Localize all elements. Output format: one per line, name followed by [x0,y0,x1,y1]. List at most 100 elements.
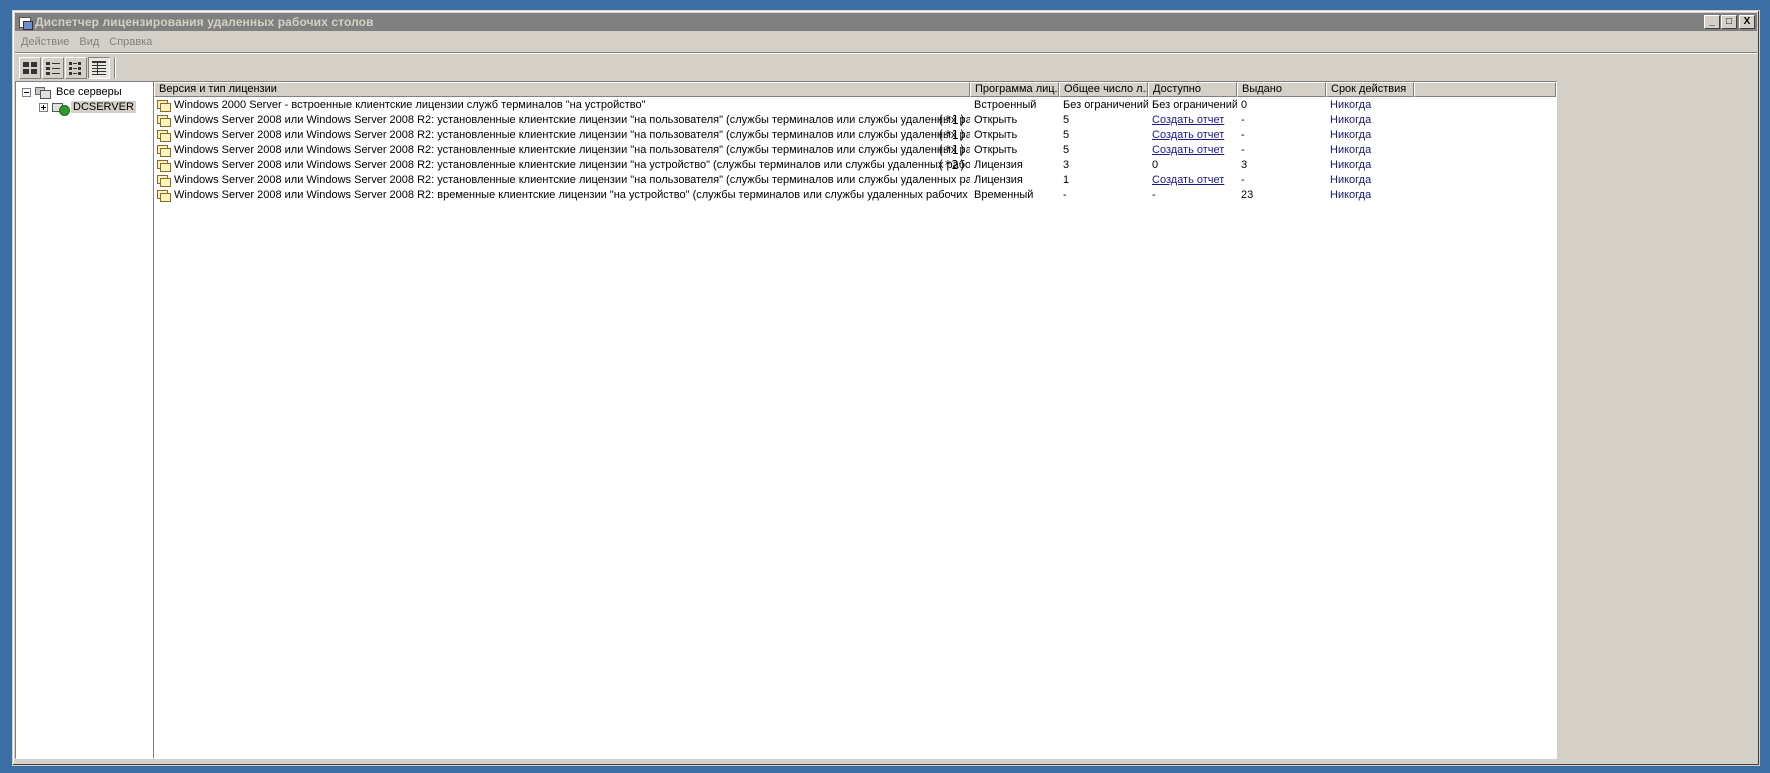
license-version-text: Windows 2000 Server - встроенные клиентс… [174,99,646,111]
title-bar[interactable]: Диспетчер лицензирования удаленных рабоч… [15,13,1757,31]
list-rows: Windows 2000 Server - встроенные клиентс… [154,98,1556,203]
column-header-expires[interactable]: Срок действия [1326,82,1414,97]
table-row[interactable]: Windows Server 2008 или Windows Server 2… [154,173,1556,188]
create-report-link[interactable]: Создать отчет [1148,113,1237,128]
license-icon [157,189,172,202]
server-activated-icon [52,101,70,116]
table-row[interactable]: Windows 2000 Server - встроенные клиентс… [154,98,1556,113]
license-icon [157,174,172,187]
license-version-text: Windows Server 2008 или Windows Server 2… [174,114,970,126]
cell-program: Лицензия [974,174,1023,186]
table-row[interactable]: Windows Server 2008 или Windows Server 2… [154,158,1556,173]
window-controls: _ □ X [1703,15,1755,29]
cell-total: 5 [1063,144,1070,156]
license-version-text: Windows Server 2008 или Windows Server 2… [174,144,970,156]
window-title: Диспетчер лицензирования удаленных рабоч… [35,15,374,29]
expand-icon[interactable] [39,102,48,112]
tree-node-all-servers[interactable]: Все серверы [22,85,124,99]
create-report-link[interactable]: Создать отчет [1148,128,1237,143]
cell-version: Windows Server 2008 или Windows Server 2… [154,128,970,143]
cell-program: Временный [974,189,1034,201]
cell-program: Открыть [974,129,1018,141]
main-window: Диспетчер лицензирования удаленных рабоч… [12,10,1760,766]
large-icons-view-button[interactable] [19,57,41,79]
create-report-link[interactable]: Создать отчет [1148,143,1237,158]
tree-label-dcserver[interactable]: DCSERVER [71,101,136,113]
tree-node-dcserver[interactable]: DCSERVER [39,100,136,116]
cell-version: Windows Server 2008 или Windows Server 2… [154,173,970,188]
table-row[interactable]: Windows Server 2008 или Windows Server 2… [154,113,1556,128]
menu-bar: Действие Вид Справка [15,33,1757,51]
maximize-button[interactable]: □ [1721,15,1737,29]
menu-separator [15,52,1757,54]
license-icon [157,114,172,127]
license-icon [157,144,172,157]
cell-expires: Никогда [1330,129,1372,141]
license-note: (*1) [937,128,966,142]
cell-version: Windows Server 2008 или Windows Server 2… [154,113,970,128]
toolbar-separator [114,57,116,79]
cell-program: Открыть [974,144,1018,156]
license-icon [157,99,172,112]
cell-total: - [1063,189,1067,201]
cell-version: Windows Server 2008 или Windows Server 2… [154,188,970,203]
cell-available: 0 [1152,159,1159,171]
cell-version: Windows 2000 Server - встроенные клиентс… [154,98,970,113]
table-row[interactable]: Windows Server 2008 или Windows Server 2… [154,143,1556,158]
cell-version: Windows Server 2008 или Windows Server 2… [154,158,970,173]
list-header: Версия и тип лицензии Программа лиц... О… [154,82,1556,97]
menu-action[interactable]: Действие [21,36,69,48]
list-view-button[interactable] [65,57,87,79]
menu-help[interactable]: Справка [109,36,152,48]
license-icon [157,129,172,142]
small-icons-view-button[interactable] [42,57,64,79]
tree-label-all-servers[interactable]: Все серверы [54,86,124,98]
cell-total: 5 [1063,129,1070,141]
column-header-filler [1414,82,1556,97]
cell-available: - [1152,189,1156,201]
app-icon[interactable] [18,15,33,30]
cell-issued: 0 [1241,99,1248,111]
menu-view[interactable]: Вид [79,36,99,48]
cell-program: Встроенный [974,99,1037,111]
license-list[interactable]: Версия и тип лицензии Программа лиц... О… [153,81,1557,759]
license-version-text: Windows Server 2008 или Windows Server 2… [174,174,970,186]
cell-issued: - [1241,174,1245,186]
cell-total: 5 [1063,114,1070,126]
license-note: (*1) [937,113,966,127]
license-icon [157,159,172,172]
column-header-available[interactable]: Доступно [1148,82,1237,97]
cell-expires: Никогда [1330,114,1372,126]
collapse-icon[interactable] [22,87,31,97]
tree-pane[interactable]: Все серверы DCSERVER [15,81,154,759]
cell-expires: Никогда [1330,189,1372,201]
create-report-link[interactable]: Создать отчет [1148,173,1237,188]
cell-total: 3 [1063,159,1070,171]
cell-total: Без ограничений [1063,99,1148,111]
details-view-button[interactable] [88,57,110,79]
license-version-text: Windows Server 2008 или Windows Server 2… [174,159,970,171]
cell-program: Лицензия [974,159,1023,171]
cell-issued: - [1241,114,1245,126]
license-version-text: Windows Server 2008 или Windows Server 2… [174,129,970,141]
cell-version: Windows Server 2008 или Windows Server 2… [154,143,970,158]
license-note: (*2) [937,158,966,172]
cell-expires: Никогда [1330,144,1372,156]
license-note: (*1) [937,143,966,157]
toolbar [19,55,116,81]
cell-issued: - [1241,129,1245,141]
cell-program: Открыть [974,114,1018,126]
cell-issued: - [1241,144,1245,156]
column-header-program[interactable]: Программа лиц... [970,82,1059,97]
column-header-issued[interactable]: Выдано [1237,82,1326,97]
close-button[interactable]: X [1739,15,1755,29]
servers-icon [35,86,51,99]
cell-issued: 23 [1241,189,1254,201]
column-header-total[interactable]: Общее число л... [1059,82,1148,97]
table-row[interactable]: Windows Server 2008 или Windows Server 2… [154,188,1556,203]
cell-expires: Никогда [1330,174,1372,186]
cell-expires: Никогда [1330,99,1372,111]
minimize-button[interactable]: _ [1704,15,1720,29]
column-header-version[interactable]: Версия и тип лицензии [154,82,970,97]
table-row[interactable]: Windows Server 2008 или Windows Server 2… [154,128,1556,143]
